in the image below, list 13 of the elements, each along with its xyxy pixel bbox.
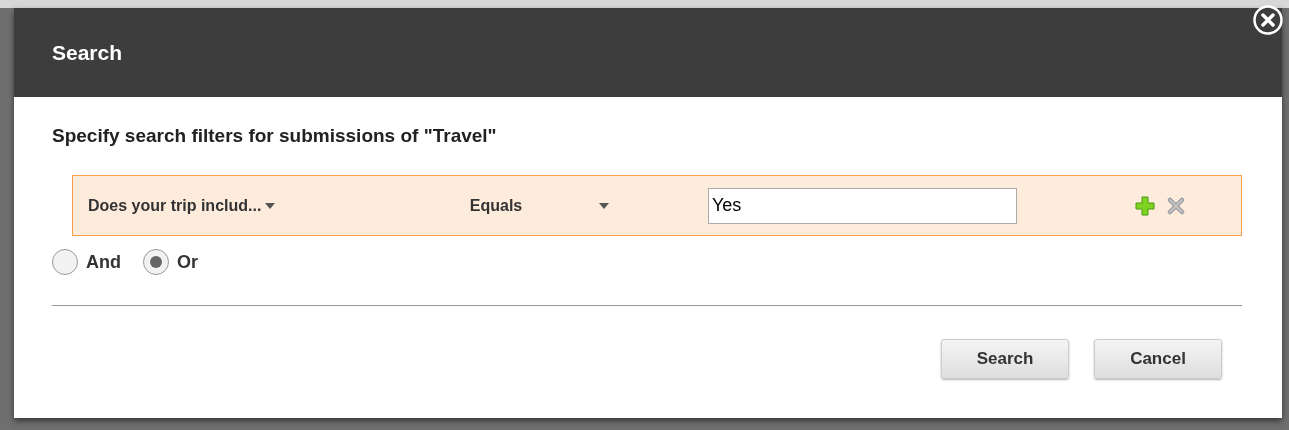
dialog-button[interactable]: Cancel: [1094, 339, 1222, 379]
operator-dropdown[interactable]: Equals: [465, 196, 615, 215]
caret-icon[interactable]: [599, 202, 609, 209]
dialog-title: Search: [52, 40, 123, 65]
dialog-button[interactable]: Search: [941, 339, 1069, 379]
value-field[interactable]: Yes: [708, 187, 1017, 224]
caret-icon[interactable]: [265, 202, 276, 209]
radio-option[interactable]: Or: [143, 249, 198, 275]
dialog-heading: Specify search filters for submissions of "Travel": [52, 125, 498, 147]
field-dropdown[interactable]: Does your trip includ...: [88, 196, 465, 215]
radio-button[interactable]: [143, 249, 169, 275]
radio-option[interactable]: And: [52, 249, 121, 275]
radio-button[interactable]: [52, 249, 78, 275]
